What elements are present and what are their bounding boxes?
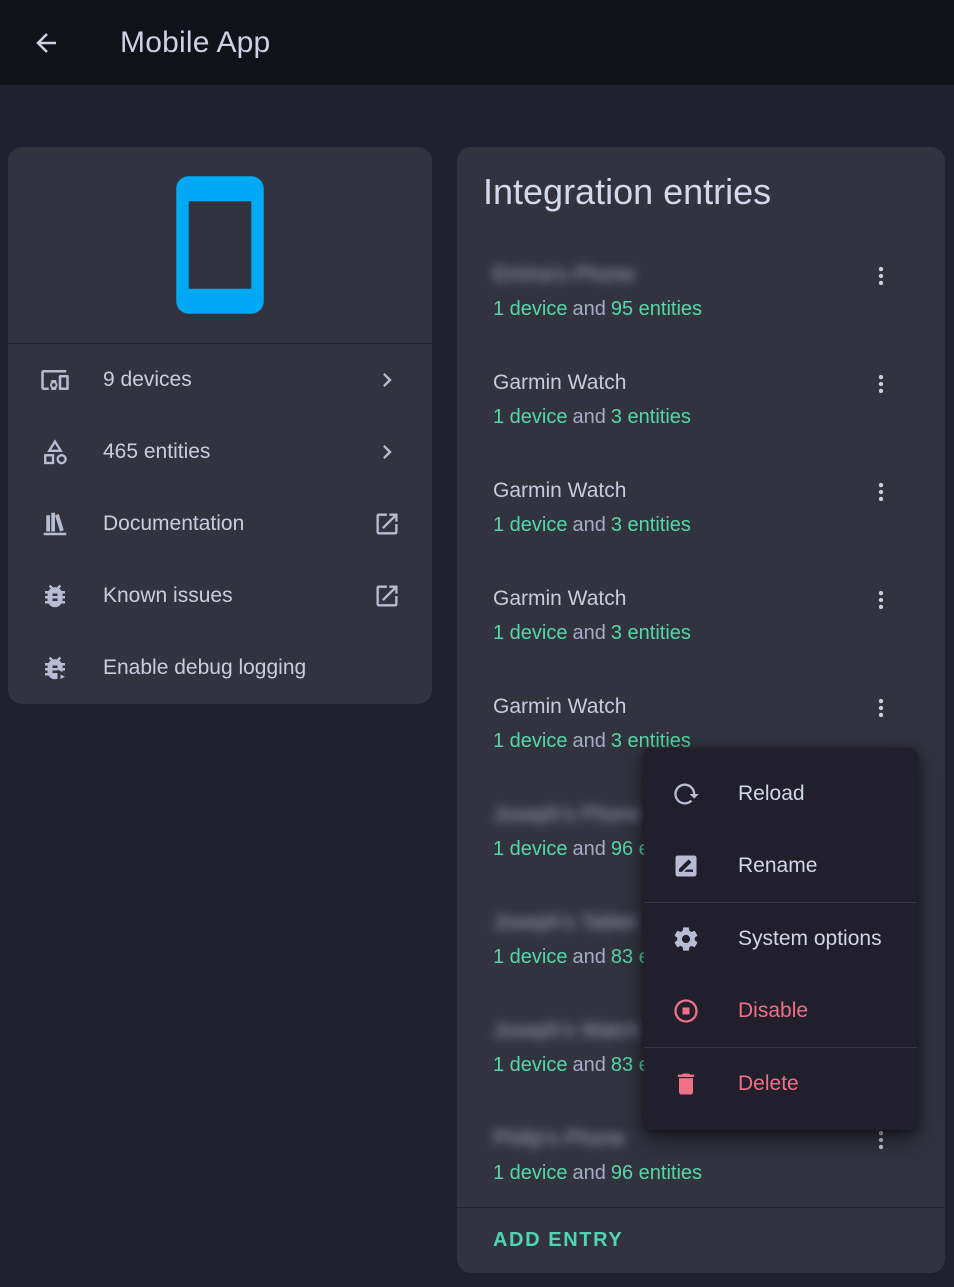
entry-name: Joseph's Tablet — [493, 910, 637, 936]
menu-item-system-options[interactable]: System options — [644, 903, 917, 975]
entry-row: Garmin Watch 1 deviceand3 entities — [457, 345, 945, 453]
conjunction-text: and — [573, 622, 606, 644]
conjunction-text: and — [573, 838, 606, 860]
conjunction-text: and — [573, 1162, 606, 1184]
device-count-link[interactable]: 1 device — [493, 406, 568, 428]
entry-name: Joseph's Watch — [493, 1018, 640, 1044]
device-count-link[interactable]: 1 device — [493, 1162, 568, 1184]
cellphone-icon — [145, 170, 295, 320]
dots-vertical-icon — [868, 1127, 894, 1153]
integration-info-card: 9 devices 465 entities Documentation Kno… — [8, 147, 432, 704]
entry-summary: 1 deviceand96 entities — [493, 1161, 945, 1185]
bookshelf-icon — [40, 509, 70, 539]
entry-summary: 1 deviceand95 entities — [493, 297, 945, 321]
bug-play-icon — [40, 653, 70, 683]
entity-count-link[interactable]: 3 entities — [611, 514, 691, 536]
page-title: Mobile App — [120, 26, 270, 60]
entry-name: Joseph's Phone — [493, 802, 642, 828]
sidebar-item-documentation[interactable]: Documentation — [8, 488, 432, 560]
menu-item-reload[interactable]: Reload — [644, 758, 917, 830]
menu-item-label: Reload — [738, 782, 805, 806]
menu-item-label: Delete — [738, 1072, 799, 1096]
documentation-link-label: Documentation — [103, 512, 244, 536]
conjunction-text: and — [573, 406, 606, 428]
entries-card-title: Integration entries — [483, 171, 771, 213]
integration-logo-zone — [8, 147, 432, 343]
stop-circle-icon — [672, 997, 700, 1025]
menu-item-disable[interactable]: Disable — [644, 975, 917, 1047]
menu-item-label: Rename — [738, 854, 817, 878]
entry-summary: 1 deviceand3 entities — [493, 513, 945, 537]
dots-vertical-icon — [868, 371, 894, 397]
back-button[interactable] — [22, 19, 70, 67]
bug-icon — [40, 581, 70, 611]
conjunction-text: and — [573, 298, 606, 320]
devices-link-label: 9 devices — [103, 368, 192, 392]
entry-summary: 1 deviceand3 entities — [493, 621, 945, 645]
entity-count-link[interactable]: 3 entities — [611, 406, 691, 428]
entity-count-link[interactable]: 95 entities — [611, 298, 702, 320]
conjunction-text: and — [573, 514, 606, 536]
dots-vertical-icon — [868, 263, 894, 289]
entry-row: Emma's Phone 1 deviceand95 entities — [457, 237, 945, 345]
menu-item-label: Disable — [738, 999, 808, 1023]
device-count-link[interactable]: 1 device — [493, 1054, 568, 1076]
open-in-new-icon — [373, 510, 401, 538]
menu-item-delete[interactable]: Delete — [644, 1048, 917, 1120]
reload-icon — [672, 780, 700, 808]
entry-name: Emma's Phone — [493, 262, 635, 288]
entity-count-link[interactable]: 3 entities — [611, 622, 691, 644]
shapes-icon — [40, 437, 70, 467]
add-entry-button[interactable]: ADD ENTRY — [477, 1219, 639, 1262]
entry-menu-button[interactable] — [857, 252, 905, 300]
conjunction-text: and — [573, 946, 606, 968]
cog-icon — [672, 925, 700, 953]
entry-name: Garmin Watch — [493, 694, 626, 720]
rename-box-icon — [672, 852, 700, 880]
sidebar-item-enable-debug-logging[interactable]: Enable debug logging — [8, 632, 432, 704]
entities-link-label: 465 entities — [103, 440, 210, 464]
sidebar-item-known-issues[interactable]: Known issues — [8, 560, 432, 632]
sidebar-item-entities[interactable]: 465 entities — [8, 416, 432, 488]
device-count-link[interactable]: 1 device — [493, 730, 568, 752]
dots-vertical-icon — [868, 695, 894, 721]
arrow-left-icon — [31, 28, 61, 58]
devices-icon — [40, 365, 70, 395]
entry-context-menu: Reload Rename System options Disable Del… — [644, 748, 917, 1130]
entry-name: Garmin Watch — [493, 478, 626, 504]
sidebar-item-devices[interactable]: 9 devices — [8, 344, 432, 416]
device-count-link[interactable]: 1 device — [493, 622, 568, 644]
delete-icon — [672, 1070, 700, 1098]
entries-card-footer: ADD ENTRY — [457, 1207, 945, 1273]
dots-vertical-icon — [868, 479, 894, 505]
conjunction-text: and — [573, 730, 606, 752]
entry-name: Garmin Watch — [493, 370, 626, 396]
chevron-right-icon — [373, 438, 401, 466]
device-count-link[interactable]: 1 device — [493, 946, 568, 968]
conjunction-text: and — [573, 1054, 606, 1076]
open-in-new-icon — [373, 582, 401, 610]
entry-menu-button[interactable] — [857, 684, 905, 732]
device-count-link[interactable]: 1 device — [493, 838, 568, 860]
device-count-link[interactable]: 1 device — [493, 514, 568, 536]
app-header: Mobile App — [0, 0, 954, 85]
menu-item-label: System options — [738, 927, 882, 951]
entry-menu-button[interactable] — [857, 576, 905, 624]
entry-name: Philip's Phone — [493, 1126, 625, 1152]
entry-summary: 1 deviceand3 entities — [493, 405, 945, 429]
known-issues-link-label: Known issues — [103, 584, 233, 608]
entry-menu-button[interactable] — [857, 360, 905, 408]
entity-count-link[interactable]: 96 entities — [611, 1162, 702, 1184]
chevron-right-icon — [373, 366, 401, 394]
entry-menu-button[interactable] — [857, 468, 905, 516]
device-count-link[interactable]: 1 device — [493, 298, 568, 320]
entry-name: Garmin Watch — [493, 586, 626, 612]
entry-row: Garmin Watch 1 deviceand3 entities — [457, 561, 945, 669]
enable-debug-logging-label: Enable debug logging — [103, 656, 306, 680]
dots-vertical-icon — [868, 587, 894, 613]
menu-item-rename[interactable]: Rename — [644, 830, 917, 902]
entry-row: Garmin Watch 1 deviceand3 entities — [457, 453, 945, 561]
